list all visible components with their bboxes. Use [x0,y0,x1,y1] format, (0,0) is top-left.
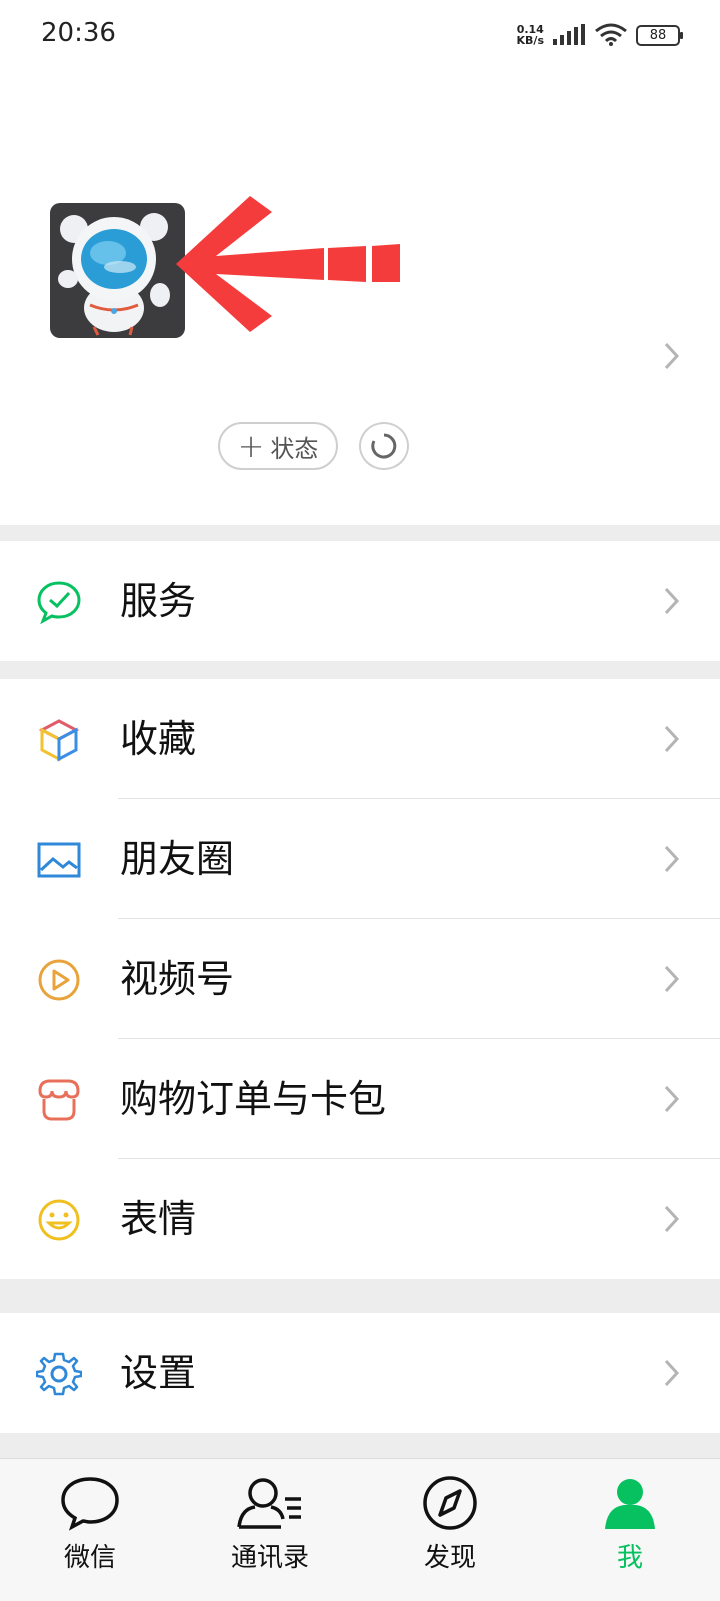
signal-bars-icon [553,24,585,45]
chevron-right-icon [664,1359,680,1387]
chevron-right-icon [664,342,680,370]
chevron-right-icon [664,1085,680,1113]
avatar[interactable] [50,203,185,338]
channels-play-icon [38,959,80,1001]
profile-header[interactable]: + 状态 [0,70,720,525]
tab-discover[interactable]: 发现 [390,1475,510,1574]
tab-chats[interactable]: 微信 [30,1475,150,1574]
gear-icon [36,1352,82,1396]
menu-label-stickers: 表情 [120,1197,197,1241]
menu-label-channels: 视频号 [120,957,235,1001]
service-icon [37,581,81,625]
menu-item-channels[interactable]: 视频号 [0,919,720,1039]
chevron-right-icon [664,1205,680,1233]
menu-label-moments: 朋友圈 [120,837,235,881]
me-icon [605,1479,655,1529]
chevron-right-icon [664,845,680,873]
tab-me[interactable]: 我 [570,1475,690,1574]
smile-icon [38,1199,80,1241]
refresh-status-button[interactable] [359,422,409,470]
wifi-icon [595,23,627,46]
add-status-label: 状态 [270,434,319,463]
compass-icon [423,1476,477,1530]
group-main: 收藏 朋友圈 视频号 购物订单与卡包 表情 [0,679,720,1279]
network-speed-unit: KB/s [516,34,544,47]
tab-label-contacts: 通讯录 [230,1543,309,1573]
group-service: 服务 [0,541,720,661]
menu-item-favorites[interactable]: 收藏 [0,679,720,799]
battery-indicator: 88 [636,24,683,46]
network-speed: 0.14 KB/s [517,24,544,46]
chevron-right-icon [664,965,680,993]
contacts-icon [237,1478,301,1529]
tab-contacts[interactable]: 通讯录 [210,1475,330,1574]
favorites-cube-icon [38,719,80,762]
menu-item-stickers[interactable]: 表情 [0,1159,720,1279]
group-settings: 设置 [0,1313,720,1433]
plus-icon: + [237,427,265,465]
menu-label-settings: 设置 [120,1351,197,1395]
chat-bubble-icon [61,1477,119,1531]
menu-item-moments[interactable]: 朋友圈 [0,799,720,919]
refresh-icon [371,433,397,459]
bottom-tab-bar: 微信 通讯录 发现 我 [0,1458,720,1601]
menu-item-service[interactable]: 服务 [0,541,720,661]
arrow-annotation [176,196,400,332]
status-icons: 0.14 KB/s 88 [517,20,683,50]
astronaut-avatar [58,213,170,336]
status-bar: 20:36 0.14 KB/s 88 [0,0,720,70]
status-time: 20:36 [41,18,116,48]
chevron-right-icon [664,587,680,615]
tab-label-me: 我 [616,1543,643,1573]
menu-item-settings[interactable]: 设置 [0,1313,720,1433]
moments-image-icon [37,842,81,878]
tab-label-discover: 发现 [423,1543,476,1573]
chevron-right-icon [664,725,680,753]
shop-icon [38,1079,80,1121]
menu-label-service: 服务 [120,579,197,623]
menu-label-favorites: 收藏 [120,717,197,761]
menu-label-orders: 购物订单与卡包 [120,1077,387,1121]
menu-item-orders[interactable]: 购物订单与卡包 [0,1039,720,1159]
add-status-button[interactable]: + 状态 [218,422,338,470]
tab-label-chats: 微信 [63,1543,116,1573]
